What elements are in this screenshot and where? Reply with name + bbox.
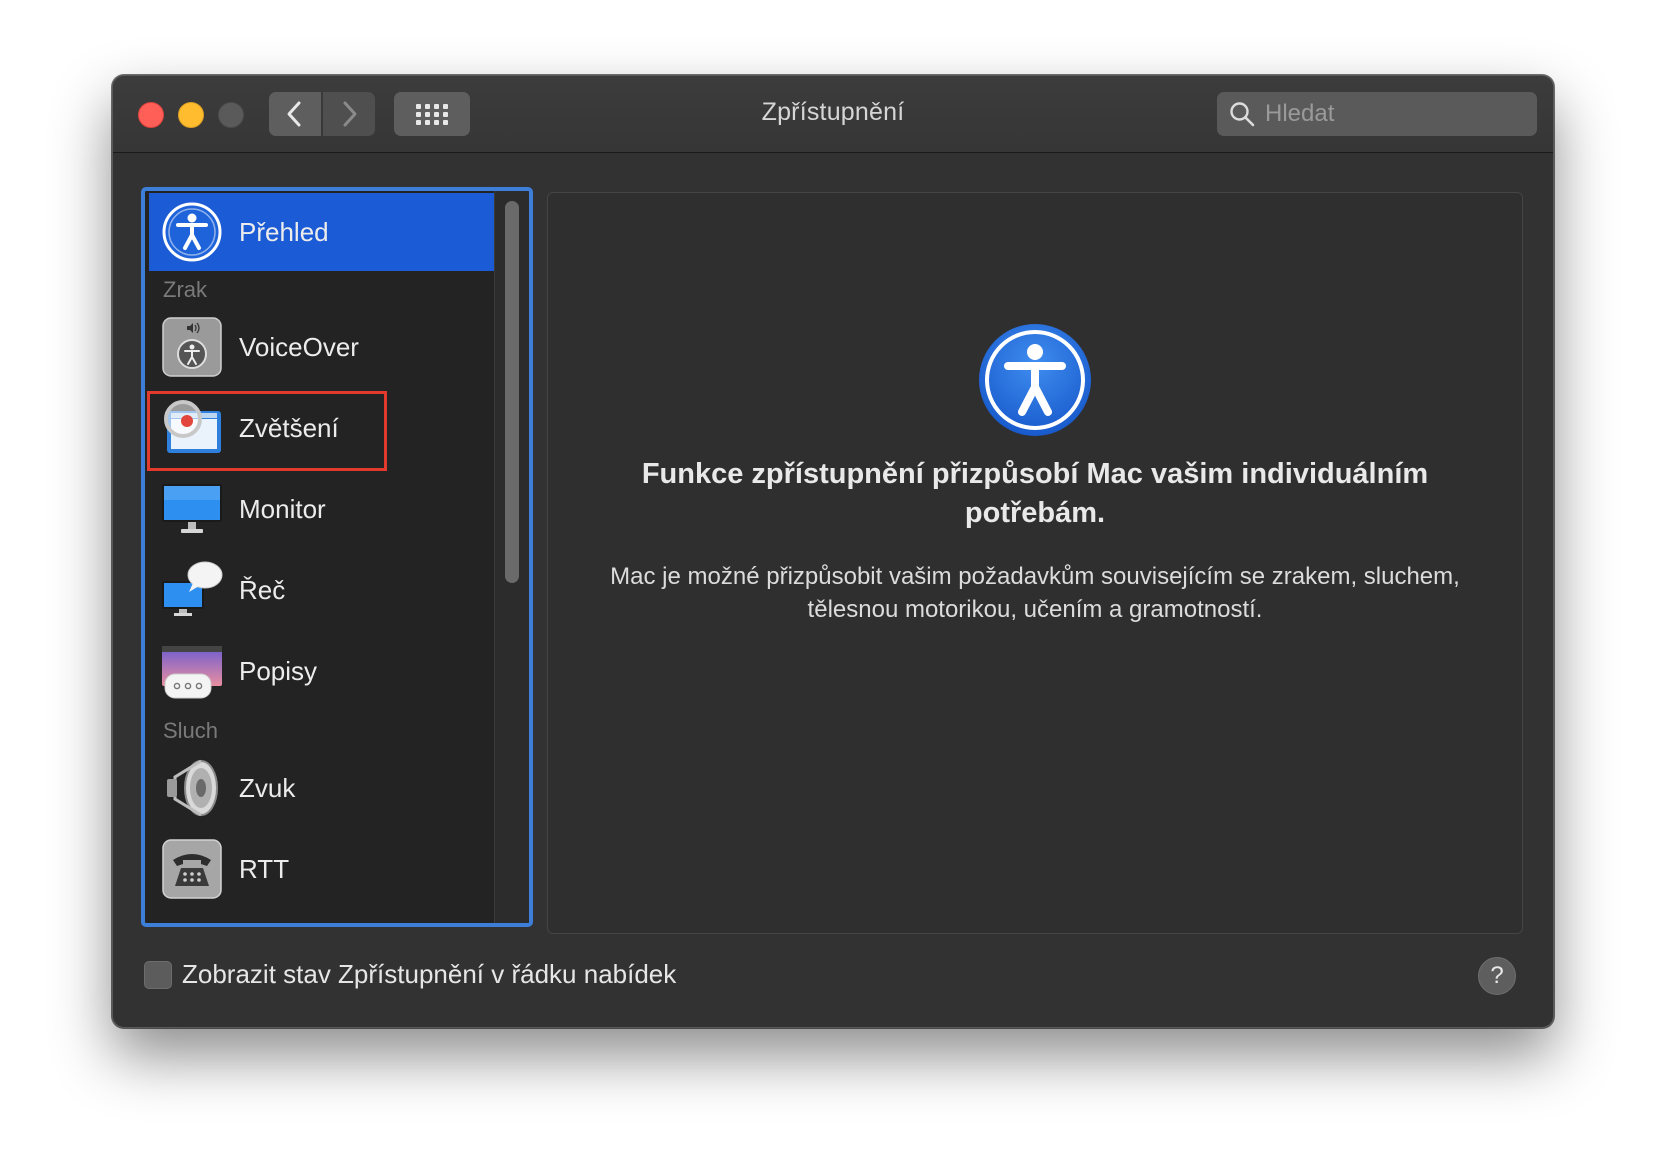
show-status-checkbox[interactable] <box>144 960 172 989</box>
sidebar-item-label: RTT <box>239 853 290 884</box>
section-header-sluch: Sluch <box>163 718 219 743</box>
content-pane: Funkce zpřístupnění přizpůsobí Mac vašim… <box>547 192 1523 934</box>
sidebar-item-label: Zvětšení <box>239 412 339 443</box>
section-header-zrak: Zrak <box>163 277 207 302</box>
sidebar-item-label: Řeč <box>239 574 286 605</box>
sidebar-item-label: VoiceOver <box>239 331 359 362</box>
speaker-icon <box>167 759 218 817</box>
sidebar-item-label: Popisy <box>239 655 318 686</box>
help-button[interactable]: ? <box>1478 957 1516 995</box>
sidebar-list[interactable]: Přehled Zrak VoiceOver Zvětšení Monitor … <box>141 187 533 927</box>
search-icon <box>1230 102 1255 127</box>
sidebar-item-label: Monitor <box>239 493 326 524</box>
search-field[interactable] <box>1217 92 1537 136</box>
show-all-button[interactable] <box>394 92 470 136</box>
sidebar-item-popisy[interactable]: Popisy <box>149 632 499 710</box>
show-status-label: Zobrazit stav Zpřístupnění v řádku nabíd… <box>182 959 677 989</box>
telephone-icon <box>162 839 222 899</box>
sidebar-item-label: Zvuk <box>239 772 296 803</box>
back-button[interactable] <box>269 92 321 136</box>
accessibility-icon <box>162 202 222 262</box>
sidebar-item-prehled[interactable]: Přehled <box>149 193 499 271</box>
speech-icon <box>162 561 223 616</box>
zoom-icon <box>164 400 221 453</box>
monitor-icon <box>162 484 222 533</box>
menu-bar-status-option[interactable]: Zobrazit stav Zpřístupnění v řádku nabíd… <box>144 959 676 990</box>
sidebar-item-rtt[interactable]: RTT <box>149 830 499 908</box>
sidebar-item-voiceover[interactable]: VoiceOver <box>149 308 499 386</box>
minimize-button[interactable] <box>178 102 204 128</box>
preferences-window: Zpřístupnění Přehled Zrak <box>112 75 1554 1028</box>
voiceover-icon <box>162 317 222 377</box>
sidebar-item-rec[interactable]: Řeč <box>149 551 499 629</box>
captions-icon <box>162 646 222 699</box>
sidebar-item-zvuk[interactable]: Zvuk <box>149 749 499 827</box>
scrollbar-thumb[interactable] <box>505 201 519 583</box>
grid-icon <box>416 103 448 125</box>
zoom-button[interactable] <box>218 102 244 128</box>
sidebar-item-label: Přehled <box>239 216 329 247</box>
close-button[interactable] <box>138 102 164 128</box>
chevron-right-icon <box>343 101 357 127</box>
sidebar-item-zvetseni[interactable]: Zvětšení <box>149 389 499 467</box>
chevron-left-icon <box>287 101 301 127</box>
accessibility-large-icon <box>979 324 1091 436</box>
forward-button[interactable] <box>323 92 375 136</box>
titlebar: Zpřístupnění <box>113 76 1553 153</box>
headline-text: Funkce zpřístupnění přizpůsobí Mac vašim… <box>641 458 1429 529</box>
scrollbar-track[interactable] <box>494 191 529 923</box>
description-text: Mac je možné přizpůsobit vašim požadavků… <box>610 563 1460 623</box>
search-input[interactable] <box>1263 99 1527 129</box>
sidebar-item-monitor[interactable]: Monitor <box>149 470 499 548</box>
